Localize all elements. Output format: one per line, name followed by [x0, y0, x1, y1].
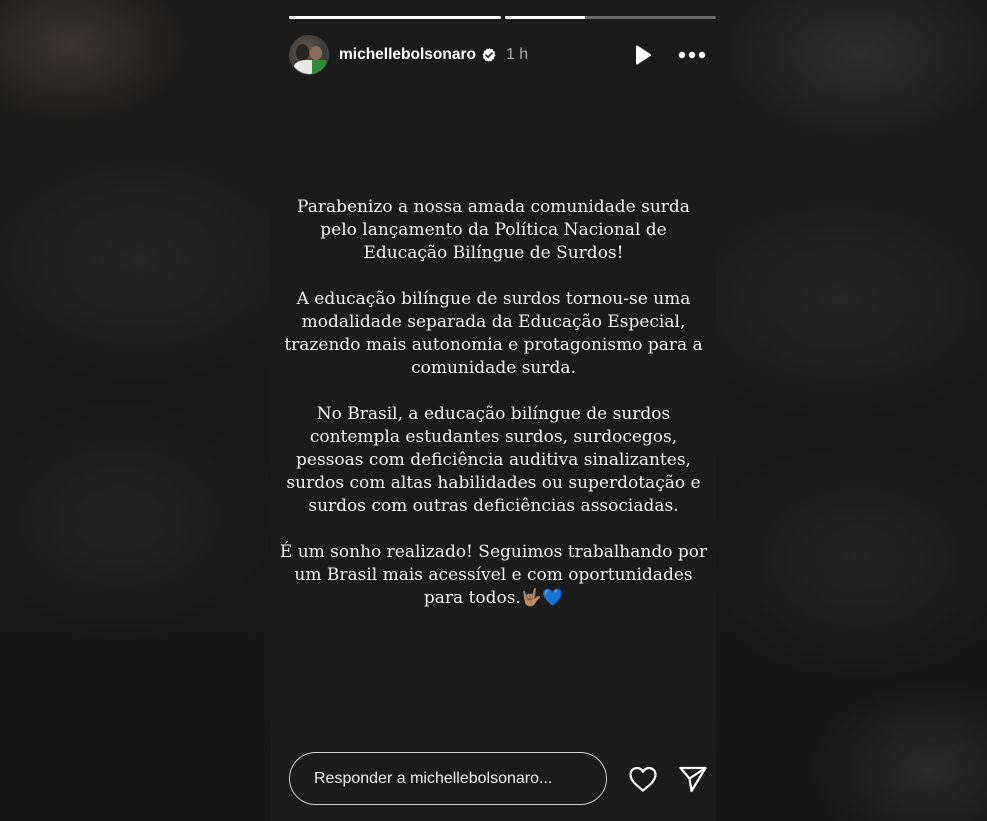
story-progress: [289, 16, 716, 19]
story-text: Parabenizo a nossa amada comunidade surd…: [271, 196, 716, 633]
more-options-button[interactable]: [678, 44, 706, 66]
send-icon[interactable]: [677, 763, 709, 795]
story-viewer[interactable]: michellebolsonaro 1 h Parabenizo a nossa…: [271, 0, 716, 821]
more-icon: [678, 51, 706, 59]
reply-bar: [289, 751, 716, 806]
author-username[interactable]: michellebolsonaro: [339, 46, 476, 64]
reply-input[interactable]: [289, 752, 607, 805]
progress-segment-2: [504, 16, 716, 19]
play-icon: [636, 45, 651, 65]
play-button[interactable]: [632, 44, 654, 66]
story-header: michellebolsonaro 1 h: [289, 34, 716, 76]
verified-badge-icon: [482, 48, 496, 62]
post-time: 1 h: [505, 46, 529, 63]
story-paragraph: No Brasil, a educação bilíngue de surdos…: [286, 404, 701, 516]
story-paragraph: A educação bilíngue de surdos tornou-se …: [284, 289, 703, 378]
story-paragraph: Parabenizo a nossa amada comunidade surd…: [297, 197, 690, 263]
progress-segment-1: [289, 16, 501, 19]
avatar[interactable]: [289, 35, 329, 75]
story-paragraph: É um sonho realizado! Seguimos trabalhan…: [279, 542, 708, 608]
heart-icon[interactable]: [627, 763, 659, 795]
